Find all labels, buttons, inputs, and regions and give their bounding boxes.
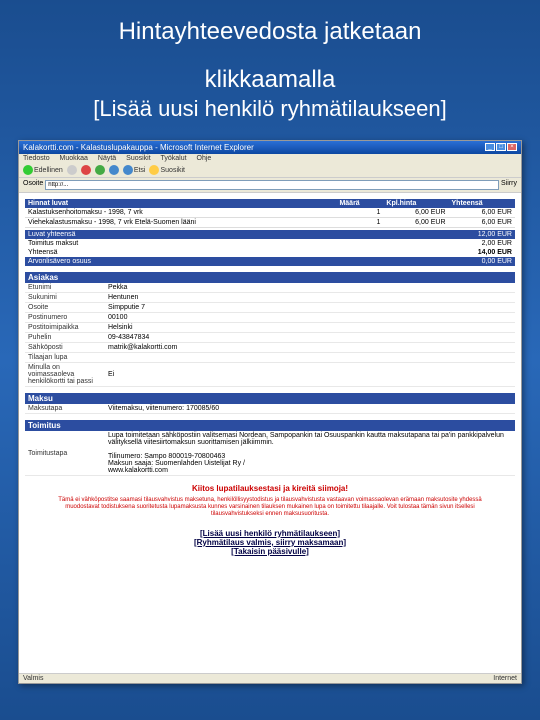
link-proceed-payment[interactable]: [Ryhmätilaus valmis, siirry maksamaan] [25,538,515,547]
link-back-main[interactable]: [Takaisin pääsivulle] [25,547,515,556]
go-button[interactable]: Siirry [501,180,517,190]
menu-file[interactable]: Tiedosto [23,155,50,162]
shipping-label: Toimitus maksut [25,239,455,248]
search-icon [123,165,133,175]
table-row: Viehekalastusmaksu - 1998, 7 vrk Etelä-S… [25,218,515,228]
shipping-value: 2,00 EUR [455,239,515,248]
payment-table: MaksutapaViitemaksu, viitenumero: 170085… [25,404,515,414]
menu-help[interactable]: Ohje [197,155,212,162]
refresh-button[interactable] [95,165,105,175]
col-unit: Kpl.hinta [383,199,448,208]
actions: [Lisää uusi henkilö ryhmätilaukseen] [Ry… [25,529,515,556]
toolbar: Edellinen Etsi Suosikit [19,163,521,178]
col-qty: Määrä [336,199,383,208]
page-content: Hinnat luvat Määrä Kpl.hinta Yhteensä Ka… [19,193,521,673]
forward-icon [67,165,77,175]
totals: Luvat yhteensä12,00 EUR Toimitus maksut2… [25,230,515,266]
price-table: Hinnat luvat Määrä Kpl.hinta Yhteensä Ka… [25,199,515,228]
favorites-button[interactable]: Suosikit [149,165,185,175]
link-add-person[interactable]: [Lisää uusi henkilö ryhmätilaukseen] [25,529,515,538]
col-name: Hinnat luvat [25,199,336,208]
vat-label: Arvonlisävero osuus [25,257,455,266]
delivery-table: ToimitustapaLupa toimitetaan sähköpostii… [25,431,515,476]
status-text: Valmis [23,675,43,682]
minimize-button[interactable]: _ [485,143,495,151]
menubar: Tiedosto Muokkaa Näytä Suosikit Työkalut… [19,154,521,163]
slide-title-line2: klikkaamalla [0,48,540,96]
vat-value: 0,00 EUR [455,257,515,266]
thanks-message: Kiitos lupatilauksestasi ja kireitä siim… [25,484,515,493]
subtotal-label: Luvat yhteensä [25,230,455,239]
section-payment: Maksu [25,393,515,404]
menu-view[interactable]: Näytä [98,155,116,162]
star-icon [149,165,159,175]
col-total: Yhteensä [449,199,515,208]
home-icon [109,165,119,175]
section-customer: Asiakas [25,272,515,283]
browser-window: Kalakortti.com - Kalastuslupakauppa - Mi… [18,140,522,684]
titlebar: Kalakortti.com - Kalastuslupakauppa - Mi… [19,141,521,154]
address-bar: Osoite Siirry [19,178,521,193]
customer-table: EtunimiPekka SukunimiHentunen OsoiteSimp… [25,283,515,387]
close-button[interactable]: × [507,143,517,151]
home-button[interactable] [109,165,119,175]
zone-text: Internet [493,675,517,682]
note-text: Tämä ei vähköpostitse saamasi tilausvahv… [25,493,515,523]
status-bar: Valmis Internet [19,673,521,683]
refresh-icon [95,165,105,175]
maximize-button[interactable]: □ [496,143,506,151]
menu-favorites[interactable]: Suosikit [126,155,151,162]
stop-button[interactable] [81,165,91,175]
back-icon [23,165,33,175]
menu-edit[interactable]: Muokkaa [60,155,88,162]
back-button[interactable]: Edellinen [23,165,63,175]
table-row: Kalastuksenhoitomaksu - 1998, 7 vrk 1 6,… [25,208,515,218]
slide-title-line1: Hintayhteevedosta jatketaan [0,0,540,48]
address-input[interactable] [45,180,499,190]
stop-icon [81,165,91,175]
address-label: Osoite [23,180,43,190]
search-button[interactable]: Etsi [123,165,146,175]
total-value: 14,00 EUR [455,248,515,257]
window-title: Kalakortti.com - Kalastuslupakauppa - Mi… [23,143,254,152]
total-label: Yhteensä [25,248,455,257]
menu-tools[interactable]: Työkalut [161,155,187,162]
forward-button[interactable] [67,165,77,175]
slide-subtitle: [Lisää uusi henkilö ryhmätilaukseen] [0,96,540,130]
section-delivery: Toimitus [25,420,515,431]
subtotal-value: 12,00 EUR [455,230,515,239]
